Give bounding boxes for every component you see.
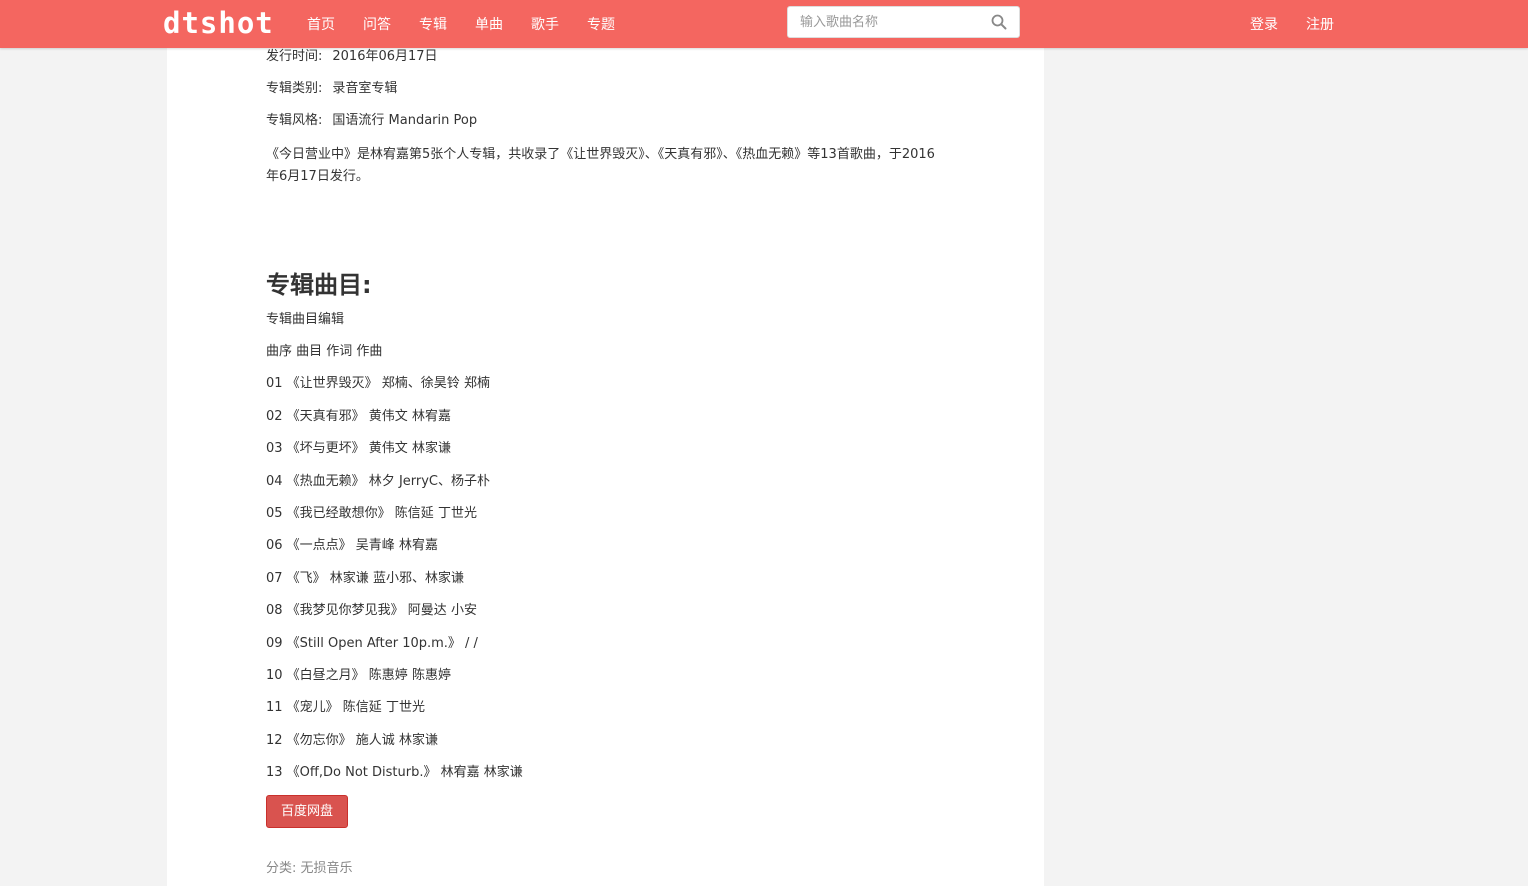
category-line: 分类: 无损音乐	[266, 860, 353, 878]
track-item: 11 《宠儿》 陈信延 丁世光	[266, 700, 425, 715]
track-item: 04 《热血无赖》 林夕 JerryC、杨子朴	[266, 474, 491, 489]
nav-link-singles[interactable]: 单曲	[461, 14, 517, 34]
search-icon[interactable]	[991, 14, 1007, 30]
track-item: 06 《一点点》 吴青峰 林宥嘉	[266, 538, 438, 553]
album-genre-label: 专辑风格:	[266, 113, 323, 128]
baidu-pan-download-button[interactable]: 百度网盘	[266, 795, 348, 828]
tracklist-header: 曲序 曲目 作词 作曲	[266, 344, 383, 359]
nav-link-albums[interactable]: 专辑	[405, 14, 461, 34]
album-type-row: 专辑类别: 录音室专辑	[266, 80, 397, 98]
album-description: 《今日营业中》是林宥嘉第5张个人专辑，共收录了《让世界毁灭》、《天真有邪》、《热…	[266, 147, 935, 184]
track-item: 09 《Still Open After 10p.m.》 / /	[266, 636, 478, 651]
track-item: 02 《天真有邪》 黄伟文 林宥嘉	[266, 409, 451, 424]
nav-link-topics[interactable]: 专题	[573, 14, 629, 34]
search-box	[787, 6, 1020, 38]
nav-link-qa[interactable]: 问答	[349, 14, 405, 34]
track-item: 07 《飞》 林家谦 蓝小邪、林家谦	[266, 571, 464, 586]
release-date-label: 发行时间:	[266, 49, 323, 64]
album-genre-row: 专辑风格: 国语流行 Mandarin Pop	[266, 112, 477, 130]
release-date-value: 2016年06月17日	[332, 49, 438, 64]
nav-link-home[interactable]: 首页	[293, 14, 349, 34]
track-item: 01 《让世界毁灭》 郑楠、徐昊铃 郑楠	[266, 376, 490, 391]
tracklist-subtitle: 专辑曲目编辑	[266, 312, 345, 327]
main-nav: 首页 问答 专辑 单曲 歌手 专题	[293, 0, 629, 48]
login-link[interactable]: 登录	[1236, 14, 1292, 34]
album-genre-value: 国语流行 Mandarin Pop	[332, 113, 478, 128]
album-type-label: 专辑类别:	[266, 81, 323, 96]
track-item: 13 《Off,Do Not Disturb.》 林宥嘉 林家谦	[266, 765, 523, 780]
search-input[interactable]	[800, 7, 980, 37]
top-navbar: dtshot 首页 问答 专辑 单曲 歌手 专题 登录 注册	[0, 0, 1528, 48]
register-link[interactable]: 注册	[1292, 14, 1348, 34]
album-type-value: 录音室专辑	[332, 81, 398, 96]
track-item: 03 《坏与更坏》 黄伟文 林家谦	[266, 441, 451, 456]
nav-link-artists[interactable]: 歌手	[517, 14, 573, 34]
track-item: 12 《勿忘你》 施人诚 林家谦	[266, 733, 438, 748]
category-link[interactable]: 无损音乐	[301, 861, 353, 876]
track-item: 05 《我已经敢想你》 陈信延 丁世光	[266, 506, 477, 521]
site-logo[interactable]: dtshot	[163, 4, 274, 42]
track-item: 10 《白昼之月》 陈惠婷 陈惠婷	[266, 668, 451, 683]
auth-links: 登录 注册	[1236, 0, 1348, 48]
album-content-card: 发行时间: 2016年06月17日 专辑类别: 录音室专辑 专辑风格: 国语流行 Ma…	[167, 48, 1044, 886]
tracklist-title: 专辑曲目:	[266, 271, 372, 299]
release-date-row: 发行时间: 2016年06月17日	[266, 48, 438, 66]
track-item: 08 《我梦见你梦见我》 阿曼达 小安	[266, 603, 477, 618]
category-label: 分类:	[266, 861, 297, 876]
